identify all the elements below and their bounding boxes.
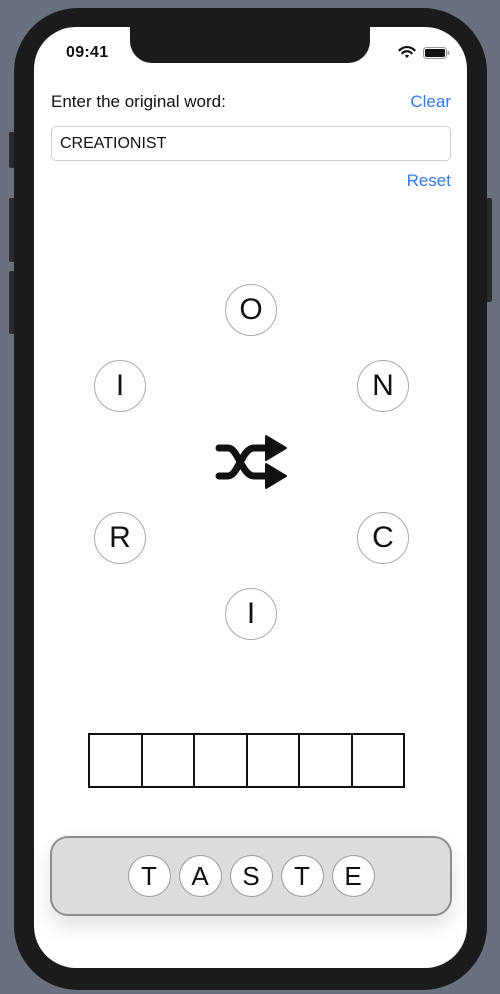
tray-letter[interactable]: A	[178, 855, 222, 897]
battery-icon	[423, 47, 450, 59]
wheel-letter[interactable]: N	[357, 360, 409, 412]
reset-button[interactable]: Reset	[407, 171, 451, 191]
answer-slot[interactable]	[88, 733, 143, 788]
shuffle-icon[interactable]	[214, 432, 290, 492]
answer-slots	[88, 733, 405, 788]
status-time: 09:41	[66, 44, 109, 61]
tray-letter[interactable]: E	[331, 855, 375, 897]
app-screen	[34, 27, 467, 968]
clear-button[interactable]: Clear	[410, 92, 451, 112]
notch	[130, 27, 370, 63]
answer-slot[interactable]	[193, 733, 248, 788]
answer-slot[interactable]	[245, 733, 300, 788]
tray-letter[interactable]: T	[127, 855, 171, 897]
answer-slot[interactable]	[298, 733, 353, 788]
letter-tray: T A S T E	[50, 836, 452, 916]
wheel-letter[interactable]: O	[225, 284, 277, 336]
answer-slot[interactable]	[140, 733, 195, 788]
wheel-letter[interactable]: I	[225, 588, 277, 640]
wheel-letter[interactable]: I	[94, 360, 146, 412]
wheel-letter[interactable]: R	[94, 512, 146, 564]
tray-letter[interactable]: S	[229, 855, 273, 897]
prompt-label: Enter the original word:	[51, 92, 226, 111]
wifi-icon	[398, 46, 416, 58]
answer-slot[interactable]	[350, 733, 405, 788]
tray-letter[interactable]: T	[280, 855, 324, 897]
original-word-input[interactable]	[51, 126, 451, 161]
wheel-letter[interactable]: C	[357, 512, 409, 564]
